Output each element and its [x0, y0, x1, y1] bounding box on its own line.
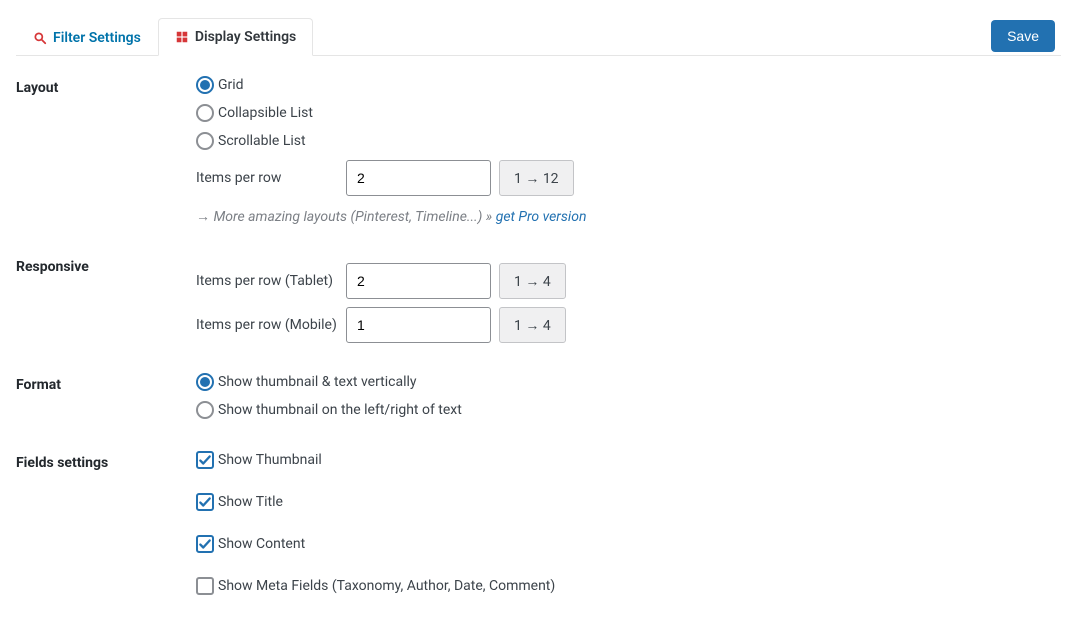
pro-hint: → More amazing layouts (Pinterest, Timel…	[196, 208, 1061, 225]
radio-layout-scrollable[interactable]: Scrollable List	[196, 132, 1061, 150]
tab-filter-settings[interactable]: Filter Settings	[16, 18, 158, 56]
checkbox-label: Show Content	[218, 536, 305, 552]
radio-icon	[196, 104, 214, 122]
radio-label: Scrollable List	[218, 133, 306, 149]
items-per-row-input[interactable]	[346, 160, 491, 196]
checkbox-label: Show Title	[218, 494, 283, 510]
radio-format-vertical[interactable]: Show thumbnail & text vertically	[196, 373, 1061, 391]
mobile-items-range: 1 → 4	[499, 307, 566, 343]
checkbox-label: Show Meta Fields (Taxonomy, Author, Date…	[218, 578, 555, 594]
section-label-format: Format	[16, 373, 196, 393]
search-icon	[33, 31, 47, 45]
mobile-items-label: Items per row (Mobile)	[196, 316, 346, 334]
mobile-items-input[interactable]	[346, 307, 491, 343]
checkbox-icon	[196, 451, 214, 469]
tab-label: Display Settings	[195, 29, 296, 45]
items-per-row-range: 1 → 12	[499, 160, 574, 196]
tab-label: Filter Settings	[53, 30, 141, 46]
section-label-responsive: Responsive	[16, 255, 196, 275]
section-label-layout: Layout	[16, 76, 196, 96]
tab-display-settings[interactable]: Display Settings	[158, 18, 313, 56]
radio-icon	[196, 401, 214, 419]
radio-layout-grid[interactable]: Grid	[196, 76, 1061, 94]
tablet-items-label: Items per row (Tablet)	[196, 272, 346, 290]
hint-text: → More amazing layouts (Pinterest, Timel…	[196, 209, 496, 225]
save-button[interactable]: Save	[991, 20, 1055, 52]
radio-icon	[196, 132, 214, 150]
items-per-row-label: Items per row	[196, 169, 346, 187]
checkbox-icon	[196, 493, 214, 511]
tablet-items-input[interactable]	[346, 263, 491, 299]
checkbox-icon	[196, 535, 214, 553]
radio-label: Show thumbnail on the left/right of text	[218, 402, 462, 418]
radio-label: Grid	[218, 77, 244, 93]
get-pro-link[interactable]: get Pro version	[496, 209, 587, 225]
checkbox-show-meta[interactable]: Show Meta Fields (Taxonomy, Author, Date…	[196, 577, 1061, 595]
grid-icon	[175, 30, 189, 44]
checkbox-label: Show Thumbnail	[218, 452, 322, 468]
radio-layout-collapsible[interactable]: Collapsible List	[196, 104, 1061, 122]
radio-icon	[196, 373, 214, 391]
section-label-fields: Fields settings	[16, 451, 196, 471]
checkbox-show-title[interactable]: Show Title	[196, 493, 1061, 511]
radio-label: Show thumbnail & text vertically	[218, 374, 417, 390]
checkbox-show-content[interactable]: Show Content	[196, 535, 1061, 553]
radio-label: Collapsible List	[218, 105, 313, 121]
tab-bar: Filter Settings Display Settings Save	[16, 18, 1061, 56]
radio-format-side[interactable]: Show thumbnail on the left/right of text	[196, 401, 1061, 419]
tablet-items-range: 1 → 4	[499, 263, 566, 299]
radio-icon	[196, 76, 214, 94]
checkbox-show-thumbnail[interactable]: Show Thumbnail	[196, 451, 1061, 469]
checkbox-icon	[196, 577, 214, 595]
